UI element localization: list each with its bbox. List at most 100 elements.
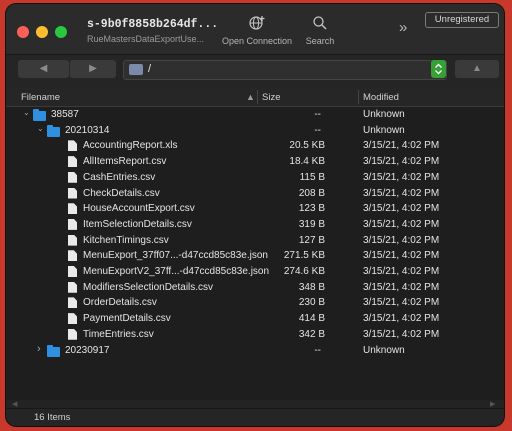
folder-row[interactable]: ⌄ 20210314 -- Unknown <box>6 123 504 139</box>
file-size: -- <box>314 109 321 120</box>
file-modified: 3/15/21, 4:02 PM <box>363 328 440 340</box>
file-modified: Unknown <box>363 344 405 356</box>
file-icon <box>68 328 77 340</box>
file-name: MenuExport_37ff07...-d47ccd85c83e.json <box>83 250 268 262</box>
file-icon <box>68 203 77 215</box>
file-size: 271.5 KB <box>283 250 325 262</box>
item-count: 16 Items <box>34 412 71 423</box>
chevron-updown-icon <box>435 63 442 75</box>
column-size[interactable]: Size <box>262 92 280 103</box>
sort-ascending-icon: ▲ <box>246 92 255 102</box>
app-window: s-9b0f8858b264df... RueMastersDataExport… <box>6 4 504 426</box>
file-row[interactable]: MenuExport_37ff07...-d47ccd85c83e.json 27… <box>6 248 504 264</box>
file-name: CashEntries.csv <box>83 171 156 183</box>
back-button[interactable]: ◀ <box>18 60 69 78</box>
file-name: ModifiersSelectionDetails.csv <box>83 281 214 293</box>
file-name: CheckDetails.csv <box>83 187 160 199</box>
file-name: MenuExportV2_37ff...-d47ccd85c83e.json <box>83 266 270 277</box>
column-divider[interactable] <box>257 90 258 104</box>
file-name: HouseAccountExport.csv <box>83 203 195 215</box>
folder-icon <box>33 109 46 121</box>
file-modified: 3/15/21, 4:02 PM <box>363 297 440 309</box>
file-modified: 3/15/21, 4:02 PM <box>363 234 440 246</box>
file-name: 20230917 <box>65 344 110 356</box>
file-row[interactable]: CheckDetails.csv 208 B 3/15/21, 4:02 PM <box>6 186 504 202</box>
file-modified: 3/15/21, 4:02 PM <box>363 140 440 152</box>
file-row[interactable]: ModifiersSelectionDetails.csv 348 B 3/15/2… <box>6 280 504 296</box>
file-icon <box>68 156 77 168</box>
file-icon <box>68 218 77 230</box>
globe-plus-icon <box>219 14 295 36</box>
file-row[interactable]: AllItemsReport.csv 18.4 KB 3/15/21, 4:02 P… <box>6 154 504 170</box>
file-size: 115 B <box>299 171 325 183</box>
chevron-down-icon[interactable]: ⌄ <box>37 124 44 133</box>
file-name: 38587 <box>51 109 79 120</box>
file-size: -- <box>314 344 321 356</box>
file-row[interactable]: TimeEntries.csv 342 B 3/15/21, 4:02 PM <box>6 327 504 343</box>
file-row[interactable]: CashEntries.csv 115 B 3/15/21, 4:02 PM <box>6 170 504 186</box>
folder-row[interactable]: › 20230917 -- Unknown <box>6 343 504 359</box>
file-size: 319 B <box>298 218 325 230</box>
forward-button[interactable]: ▶ <box>69 60 116 78</box>
column-header: Filename ▲ Size Modified <box>6 88 504 107</box>
file-icon <box>68 250 77 262</box>
zoom-window-button[interactable] <box>55 26 67 38</box>
file-name: ItemSelectionDetails.csv <box>83 218 192 230</box>
file-size: 20.5 KB <box>289 140 325 152</box>
file-modified: 3/15/21, 4:02 PM <box>363 203 440 215</box>
search-icon <box>302 14 338 36</box>
minimize-window-button[interactable] <box>36 26 48 38</box>
file-size: 123 B <box>298 203 325 215</box>
current-path: / <box>148 63 152 75</box>
scroll-left-icon[interactable]: ◀ <box>12 400 17 408</box>
column-divider[interactable] <box>358 90 359 104</box>
path-dropdown-button[interactable] <box>431 60 446 78</box>
folder-row[interactable]: ⌄ 38587 -- Unknown <box>6 107 504 123</box>
file-icon <box>68 297 77 309</box>
file-modified: 3/15/21, 4:02 PM <box>363 250 440 262</box>
file-row[interactable]: PaymentDetails.csv 414 B 3/15/21, 4:02 PM <box>6 311 504 327</box>
file-size: 274.6 KB <box>283 266 325 277</box>
file-size: 230 B <box>298 297 325 309</box>
chevron-down-icon[interactable]: ⌄ <box>23 108 30 117</box>
status-bar: 16 Items <box>6 408 504 426</box>
file-row[interactable]: HouseAccountExport.csv 123 B 3/15/21, 4:02… <box>6 201 504 217</box>
horizontal-scrollbar[interactable]: ◀ ▶ <box>6 400 504 408</box>
file-size: -- <box>314 124 321 136</box>
file-modified: 3/15/21, 4:02 PM <box>363 266 440 277</box>
close-window-button[interactable] <box>17 26 29 38</box>
file-name: AllItemsReport.csv <box>83 156 167 168</box>
column-modified[interactable]: Modified <box>363 92 399 103</box>
file-name: PaymentDetails.csv <box>83 313 171 325</box>
file-icon <box>68 281 77 293</box>
file-row[interactable]: AccountingReport.xls 20.5 KB 3/15/21, 4:02… <box>6 138 504 154</box>
folder-icon <box>47 344 60 357</box>
file-row[interactable]: MenuExportV2_37ff...-d47ccd85c83e.json 27… <box>6 264 504 280</box>
path-bar: ◀ ▶ / ▲ <box>6 54 504 89</box>
file-modified: Unknown <box>363 109 405 120</box>
file-icon <box>68 171 77 183</box>
file-modified: 3/15/21, 4:02 PM <box>363 187 440 199</box>
file-name: 20210314 <box>65 124 110 136</box>
toolbar-overflow-button[interactable]: » <box>399 19 407 36</box>
title-bar: s-9b0f8858b264df... RueMastersDataExport… <box>6 4 504 54</box>
scroll-right-icon[interactable]: ▶ <box>490 400 495 408</box>
file-icon <box>68 234 77 246</box>
file-icon <box>68 266 77 277</box>
chevron-right-icon[interactable]: › <box>37 343 41 355</box>
file-row[interactable]: KitchenTimings.csv 127 B 3/15/21, 4:02 PM <box>6 233 504 249</box>
path-selector[interactable]: / <box>123 60 447 80</box>
column-filename[interactable]: Filename <box>21 92 60 103</box>
open-connection-button[interactable]: Open Connection <box>219 14 295 46</box>
search-button[interactable]: Search <box>302 14 338 46</box>
file-row[interactable]: OrderDetails.csv 230 B 3/15/21, 4:02 PM <box>6 295 504 311</box>
unregistered-button[interactable]: Unregistered <box>425 12 499 28</box>
window-title: s-9b0f8858b264df... <box>87 18 219 31</box>
file-modified: 3/15/21, 4:02 PM <box>363 156 440 168</box>
parent-folder-button[interactable]: ▲ <box>455 60 499 78</box>
file-list: ⌄ 38587 -- Unknown ⌄ 20210314 -- Unknown Account… <box>6 107 504 399</box>
file-row[interactable]: ItemSelectionDetails.csv 319 B 3/15/21, 4:… <box>6 217 504 233</box>
file-icon <box>68 140 77 152</box>
file-size: 127 B <box>298 234 325 246</box>
file-size: 348 B <box>298 281 325 293</box>
